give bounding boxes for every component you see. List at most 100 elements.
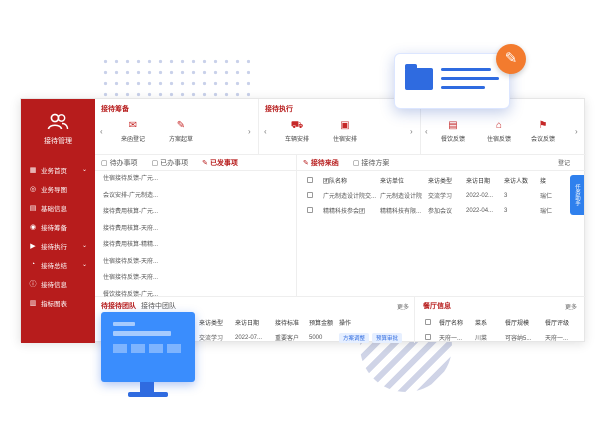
main-content: 接待筹备 ‹ ✉ 来函登记 ✎ 方案起草 › 接待执行 ‹ ⛟ 车辆安排 ▣ 住… xyxy=(95,99,586,343)
chevron-down-icon[interactable]: ⌄ xyxy=(82,166,87,173)
list-item[interactable]: 接待费用核算-广元... xyxy=(95,204,296,221)
table-row[interactable]: 精精科技参会团 精精科技有限... 参加会议 2022-04... 3 瑞仁 xyxy=(297,203,586,218)
grid-icon: ▦ xyxy=(29,166,37,174)
select-all-checkbox[interactable] xyxy=(417,315,437,330)
entry-meeting-feedback[interactable]: ⚑ 会议反馈 xyxy=(523,120,563,143)
tasks-panel: ▢ 待办事项 ▢ 已办事项 ✎ 已发事项 住宿接待反馈-广元... 会议安排-广元… xyxy=(95,155,297,298)
visits-tabs: ✎ 接待来函 ▢ 接待方案 登记 xyxy=(297,155,586,171)
task-assistant-button[interactable]: 任务助手 xyxy=(570,175,584,215)
cell: 3 xyxy=(504,192,508,199)
cell: 川菜 xyxy=(475,336,488,342)
info-icon: ⓘ xyxy=(29,280,37,288)
register-link[interactable]: 登记 xyxy=(558,158,570,167)
play-icon: ▶ xyxy=(30,242,36,250)
restaurant-title: 餐厅信息 xyxy=(423,303,451,310)
list-item[interactable]: 接待费用核算-天府... xyxy=(95,221,296,238)
entry-lodging[interactable]: ▣ 住宿安排 xyxy=(325,120,365,143)
select-all-checkbox[interactable] xyxy=(297,173,315,188)
col-header: 来访人数 xyxy=(504,179,529,185)
next-arrow-icon[interactable]: › xyxy=(410,127,413,136)
cell: 方案调整 预算审批 xyxy=(337,330,413,345)
prev-arrow-icon[interactable]: ‹ xyxy=(100,127,103,136)
meal-icon: ▤ xyxy=(448,120,458,131)
task-list: 住宿接待反馈-广元... 会议安排-广元制造... 接待费用核算-广元... 接待费用… xyxy=(95,171,296,303)
prep-title: 接待筹备 xyxy=(101,106,129,113)
entry-lodging-feedback[interactable]: ⌂ 住宿反馈 xyxy=(479,120,519,143)
entry-letter-register[interactable]: ✉ 来函登记 xyxy=(113,120,153,143)
cell: 广元制造设计院 xyxy=(380,194,423,200)
sidebar-item[interactable]: ◔ 接待总结 ⌄ xyxy=(21,255,95,274)
col-header: 来访日期 xyxy=(235,321,260,327)
tab-visit-letters[interactable]: ✎ 接待来函 xyxy=(303,158,346,168)
more-link[interactable]: 更多 xyxy=(565,302,577,311)
prev-arrow-icon[interactable]: ‹ xyxy=(425,127,428,136)
monitor-illustration xyxy=(101,312,195,382)
adjust-plan-button[interactable]: 方案调整 xyxy=(339,332,370,343)
entry-meal-feedback[interactable]: ▤ 餐饮反馈 xyxy=(433,120,473,143)
next-arrow-icon[interactable]: › xyxy=(575,127,578,136)
cell: 精精科技有限... xyxy=(380,209,422,215)
table-row[interactable]: 广元制造设计院交... 广元制造设计院 交流学习 2022-02... 3 瑞仁 xyxy=(297,188,586,203)
cell: 天府一... xyxy=(545,336,569,342)
cell: 2022-07... xyxy=(235,334,263,341)
col-header: 餐厅名称 xyxy=(439,321,464,327)
pending-title[interactable]: 待接待团队 xyxy=(101,303,136,310)
sidebar-title: 接待管理 xyxy=(44,138,72,145)
cell: 交流学习 xyxy=(428,194,453,200)
list-item[interactable]: 接待费用核算-精精... xyxy=(95,237,296,254)
table-row[interactable]: 天府一... 川菜 可容纳5... 天府一... xyxy=(417,330,585,345)
sidebar-item[interactable]: ⓘ 接待信息 xyxy=(21,274,95,293)
sidebar-item[interactable]: ▦ 业务首页 ⌄ xyxy=(21,160,95,179)
folder-icon xyxy=(405,64,433,90)
cell: 2022-02... xyxy=(466,192,494,199)
entry-label: 住宿安排 xyxy=(332,137,357,143)
table-row[interactable]: 交流学习 2022-07... 重要客户 5000 方案调整 预算审批 xyxy=(197,330,413,345)
chevron-down-icon[interactable]: ⌄ xyxy=(82,261,87,268)
mail-icon: ✉ xyxy=(128,120,138,131)
col-header: 来访类型 xyxy=(428,179,453,185)
bar-chart-icon: ▥ xyxy=(29,299,37,307)
exec-title: 接待执行 xyxy=(265,106,293,113)
table-header: 团队名称 来访单位 来访类型 来访日期 来访人数 接 xyxy=(297,173,586,188)
entry-vehicle[interactable]: ⛟ 车辆安排 xyxy=(277,120,317,143)
home-icon: ⌂ xyxy=(495,120,503,131)
sidebar-item[interactable]: ▥ 指标图表 xyxy=(21,293,95,312)
bell-icon: ◉ xyxy=(29,223,37,231)
sidebar-item-label: 指标图表 xyxy=(41,300,67,308)
tab-label: 已办事项 xyxy=(160,159,189,167)
col-header: 来访类型 xyxy=(199,321,224,327)
chevron-down-icon[interactable]: ⌄ xyxy=(82,242,87,249)
monitor-base xyxy=(128,392,168,397)
sidebar-item[interactable]: ◉ 接待筹备 xyxy=(21,217,95,236)
row-checkbox[interactable] xyxy=(297,188,315,203)
tab-label: 待办事项 xyxy=(109,159,138,167)
tab-visit-plans[interactable]: ▢ 接待方案 xyxy=(353,158,397,168)
users-icon xyxy=(47,113,69,130)
building-icon: ▣ xyxy=(340,120,350,131)
list-item[interactable]: 住宿接待反馈-天府... xyxy=(95,270,296,287)
next-arrow-icon[interactable]: › xyxy=(248,127,251,136)
entry-label: 会议反馈 xyxy=(530,137,555,143)
sidebar-item[interactable]: ▤ 基础信息 xyxy=(21,198,95,217)
col-header: 菜系 xyxy=(475,321,488,327)
sidebar-item[interactable]: ◎ 业务导图 xyxy=(21,179,95,198)
tab-done[interactable]: ▢ 已办事项 xyxy=(152,158,196,168)
tab-todo[interactable]: ▢ 待办事项 xyxy=(101,158,145,168)
list-item[interactable]: 会议安排-广元制造... xyxy=(95,188,296,205)
pending-subtitle[interactable]: 接待中团队 xyxy=(141,303,176,310)
col-header: 操作 xyxy=(339,321,352,327)
more-link[interactable]: 更多 xyxy=(397,302,409,311)
list-item[interactable]: 住宿接待反馈-广元... xyxy=(95,171,296,188)
tab-sent[interactable]: ✎ 已发事项 xyxy=(202,158,245,168)
budget-approve-button[interactable]: 预算审批 xyxy=(372,332,403,343)
sidebar-item-label: 业务导图 xyxy=(41,186,67,194)
entry-plan-draft[interactable]: ✎ 方案起草 xyxy=(161,120,201,143)
list-item[interactable]: 住宿接待反馈-天府... xyxy=(95,254,296,271)
sidebar-item[interactable]: ▶ 接待执行 ⌄ xyxy=(21,236,95,255)
sidebar-item-label: 接待信息 xyxy=(41,281,67,289)
prev-arrow-icon[interactable]: ‹ xyxy=(264,127,267,136)
col-header: 餐厅规模 xyxy=(505,321,530,327)
col-header: 接待标准 xyxy=(275,321,300,327)
row-checkbox[interactable] xyxy=(417,330,437,345)
row-checkbox[interactable] xyxy=(297,203,315,218)
